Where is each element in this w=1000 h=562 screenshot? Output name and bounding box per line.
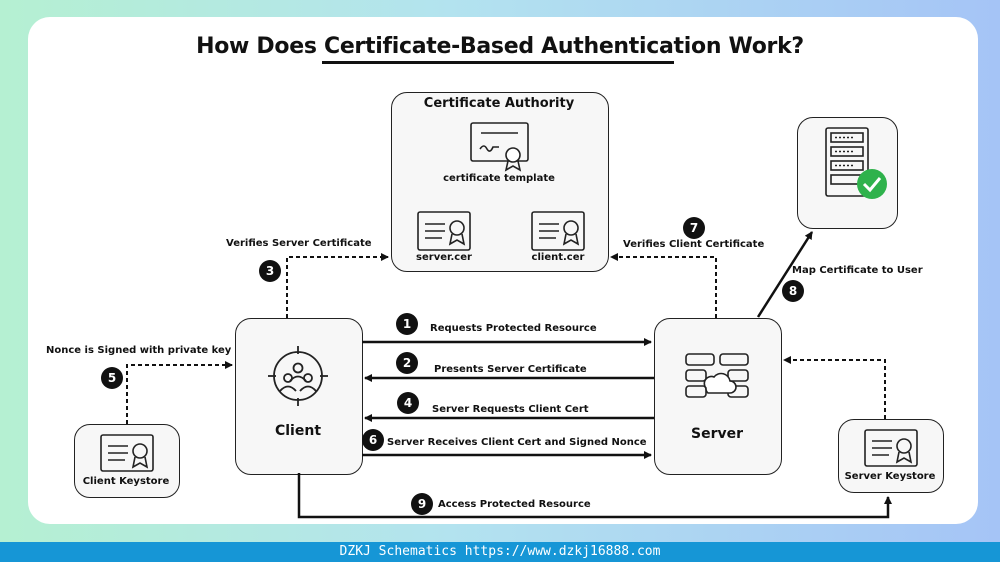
step-5-badge: 5 (101, 367, 123, 389)
step-2-label: Presents Server Certificate (434, 364, 587, 375)
arrow-step-9 (297, 473, 892, 519)
diagram-connectors (100, 122, 918, 519)
arrow-server-keystore (783, 356, 886, 419)
footer-watermark: DZKJ Schematics https://www.dzkj16888.co… (0, 542, 1000, 562)
step-7-badge: 7 (683, 217, 705, 239)
step-6-label: Server Receives Client Cert and Signed N… (387, 437, 647, 448)
server-cloud-icon (685, 353, 749, 398)
step-8-label: Map Certificate to User (792, 265, 923, 276)
step-4-label: Server Requests Client Cert (432, 404, 589, 415)
step-3-label: Verifies Server Certificate (226, 238, 372, 249)
arrow-step-5 (126, 361, 233, 424)
step-3-badge: 3 (259, 260, 281, 282)
step-7-label: Verifies Client Certificate (623, 239, 765, 250)
server-keystore-cert-icon (864, 429, 918, 467)
client-users-icon (268, 346, 328, 406)
step-9-badge: 9 (411, 493, 433, 515)
step-5-label: Nonce is Signed with private key (46, 345, 232, 356)
client-cer-icon (531, 211, 585, 251)
step-1-badge: 1 (396, 313, 418, 335)
arrow-step-3 (286, 253, 389, 318)
step-2-badge: 2 (396, 352, 418, 374)
client-keystore-cert-icon (100, 434, 154, 472)
step-8-badge: 8 (782, 280, 804, 302)
step-1-label: Requests Protected Resource (430, 323, 597, 334)
step-4-badge: 4 (397, 392, 419, 414)
certificate-template-icon (470, 122, 529, 172)
arrow-step-7 (610, 253, 717, 318)
step-9-label: Access Protected Resource (438, 499, 591, 510)
step-6-badge: 6 (362, 429, 384, 451)
server-cer-icon (417, 211, 471, 251)
check-icon (857, 169, 887, 199)
